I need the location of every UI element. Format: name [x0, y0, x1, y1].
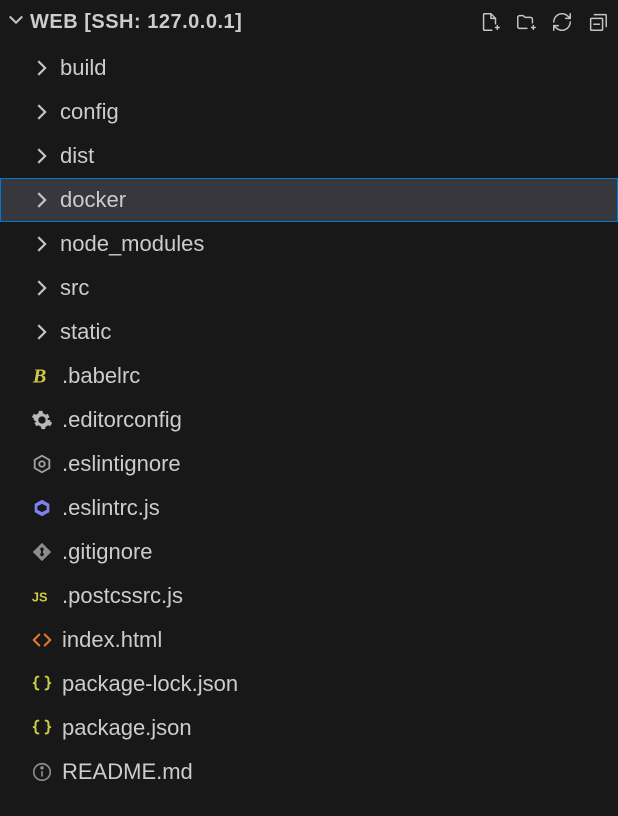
svg-text:JS: JS [32, 590, 48, 605]
explorer-header: WEB [SSH: 127.0.0.1] [0, 0, 618, 44]
svg-text:B: B [32, 365, 46, 387]
refresh-icon[interactable] [550, 10, 574, 34]
file-item[interactable]: .editorconfig [0, 398, 618, 442]
item-label: README.md [62, 759, 193, 785]
chevron-right-icon[interactable] [30, 145, 52, 167]
item-label: .babelrc [62, 363, 140, 389]
file-item[interactable]: package.json [0, 706, 618, 750]
item-label: .postcssrc.js [62, 583, 183, 609]
file-item[interactable]: package-lock.json [0, 662, 618, 706]
item-label: config [60, 99, 119, 125]
json-icon [30, 672, 54, 696]
git-icon [30, 540, 54, 564]
chevron-right-icon[interactable] [30, 277, 52, 299]
file-tree: build config dist docker node_modulessrc stat… [0, 44, 618, 816]
babel-icon: B [30, 364, 54, 388]
folder-item[interactable]: config [0, 90, 618, 134]
item-label: docker [60, 187, 126, 213]
folder-item[interactable]: build [0, 46, 618, 90]
item-label: .gitignore [62, 539, 153, 565]
file-item[interactable]: .eslintrc.js [0, 486, 618, 530]
chevron-right-icon[interactable] [30, 189, 52, 211]
item-label: .eslintignore [62, 451, 181, 477]
header-actions [478, 10, 610, 34]
js-icon: JS [30, 584, 54, 608]
folder-item[interactable]: node_modules [0, 222, 618, 266]
item-label: build [60, 55, 106, 81]
chevron-down-icon[interactable] [6, 9, 26, 35]
file-item[interactable]: B .babelrc [0, 354, 618, 398]
collapse-all-icon[interactable] [586, 10, 610, 34]
chevron-right-icon[interactable] [30, 101, 52, 123]
project-title: WEB [SSH: 127.0.0.1] [30, 11, 242, 34]
item-label: static [60, 319, 111, 345]
item-label: node_modules [60, 231, 204, 257]
file-item[interactable]: .eslintignore [0, 442, 618, 486]
eslintrc-icon [30, 496, 54, 520]
folder-item[interactable]: src [0, 266, 618, 310]
html-icon [30, 628, 54, 652]
eslint-ignore-icon [30, 452, 54, 476]
new-folder-icon[interactable] [514, 10, 538, 34]
file-item[interactable]: .gitignore [0, 530, 618, 574]
chevron-right-icon[interactable] [30, 233, 52, 255]
folder-item[interactable]: static [0, 310, 618, 354]
chevron-right-icon[interactable] [30, 57, 52, 79]
file-item[interactable]: index.html [0, 618, 618, 662]
file-item[interactable]: JS .postcssrc.js [0, 574, 618, 618]
chevron-right-icon[interactable] [30, 321, 52, 343]
item-label: .editorconfig [62, 407, 182, 433]
item-label: package-lock.json [62, 671, 238, 697]
folder-item[interactable]: docker [0, 178, 618, 222]
file-item[interactable]: README.md [0, 750, 618, 794]
item-label: .eslintrc.js [62, 495, 160, 521]
info-icon [30, 760, 54, 784]
item-label: index.html [62, 627, 162, 653]
item-label: src [60, 275, 89, 301]
json-icon [30, 716, 54, 740]
file-explorer: WEB [SSH: 127.0.0.1] build config dist dock… [0, 0, 618, 816]
item-label: package.json [62, 715, 192, 741]
gear-icon [30, 408, 54, 432]
folder-item[interactable]: dist [0, 134, 618, 178]
item-label: dist [60, 143, 94, 169]
new-file-icon[interactable] [478, 10, 502, 34]
